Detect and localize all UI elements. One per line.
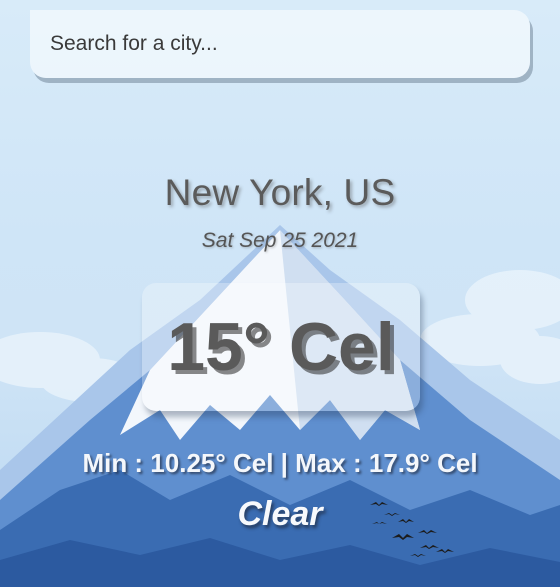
current-date: Sat Sep 25 2021 [201, 229, 359, 252]
weather-condition: Clear [237, 495, 323, 533]
search-bar [30, 10, 530, 78]
city-search-input[interactable] [30, 10, 530, 78]
min-max-temperature: Min : 10.25° Cel | Max : 17.9° Cel [82, 448, 478, 478]
weather-app: New York, US Sat Sep 25 2021 15° Cel Min… [0, 0, 560, 587]
city-name: New York, US [164, 172, 396, 213]
temperature-value: 15° Cel [167, 309, 395, 385]
